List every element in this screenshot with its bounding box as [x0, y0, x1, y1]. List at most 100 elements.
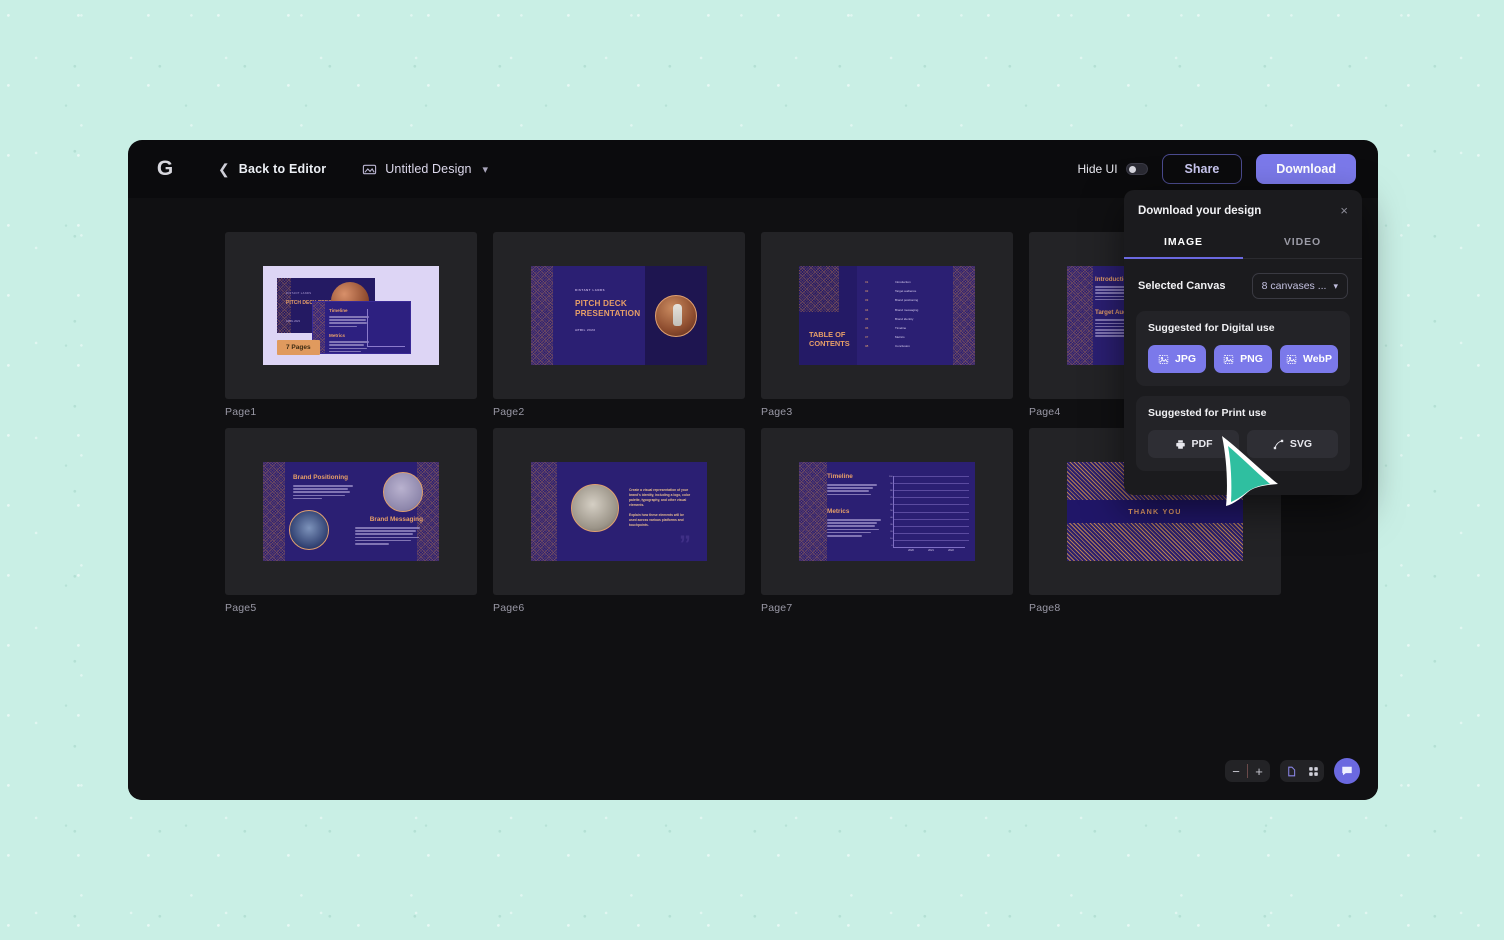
share-button[interactable]: Share: [1161, 154, 1243, 184]
download-panel-header: Download your design ×: [1124, 190, 1362, 227]
hide-ui-switch[interactable]: [1125, 163, 1148, 175]
slide-6-paragraph-2: Explain how these elements will be used …: [629, 512, 684, 527]
single-page-view-icon[interactable]: [1280, 760, 1302, 782]
document-title-group[interactable]: Untitled Design ▾: [362, 162, 488, 177]
slide-2-text: DISTANT LANDS PITCH DECK PRESENTATION AP…: [553, 266, 641, 365]
zigzag-pattern: [531, 462, 557, 561]
page-label-7: Page7: [761, 602, 793, 614]
image-icon: [1223, 354, 1234, 365]
close-icon[interactable]: ×: [1340, 204, 1348, 217]
y-tick: 10: [890, 538, 893, 541]
zigzag-pattern: [263, 462, 285, 561]
tab-video[interactable]: VIDEO: [1243, 227, 1362, 258]
page-cell: Timeline Metrics 100 90 80 70 60 50 40 3…: [761, 428, 1013, 614]
app-logo[interactable]: G: [152, 156, 178, 182]
page-thumbnail-7[interactable]: Timeline Metrics 100 90 80 70 60 50 40 3…: [761, 428, 1013, 595]
slide-2-kicker: DISTANT LANDS: [575, 288, 606, 292]
slide-6-text: Create a visual representation of your b…: [629, 488, 691, 528]
slide-8-title: THANK YOU: [1128, 507, 1182, 516]
zigzag-pattern: [531, 266, 553, 365]
slide-2-date: APRIL 2023: [575, 328, 596, 333]
slide-6-paragraph-1: Create a visual representation of your b…: [629, 488, 691, 507]
zigzag-pattern: [799, 462, 827, 561]
slide-7-heading-1: Timeline: [827, 473, 853, 480]
slide-5-heading-1: Brand Positioning: [293, 474, 349, 481]
slide-3: TABLE OF CONTENTS 01 Introduction 02 Targe…: [799, 266, 975, 365]
selected-canvas-label: Selected Canvas: [1138, 280, 1226, 292]
page-thumbnail-5[interactable]: Brand Positioning Brand Messaging: [225, 428, 477, 595]
download-tabs: IMAGE VIDEO: [1124, 227, 1362, 259]
x-tick: 2022: [948, 549, 954, 552]
format-pdf-button[interactable]: PDF: [1148, 430, 1239, 458]
image-icon: [1286, 354, 1297, 365]
toc-row: 02 Target audience: [865, 289, 957, 293]
chat-help-button[interactable]: [1334, 758, 1360, 784]
slide-1-subtitle: APRIL 2023: [286, 320, 300, 323]
download-button[interactable]: Download: [1256, 154, 1356, 184]
slide-1-kicker: DISTANT LANDS: [286, 292, 312, 295]
format-png-button[interactable]: PNG: [1214, 345, 1272, 373]
y-tick: 50: [890, 510, 893, 513]
zoom-out-button[interactable]: −: [1225, 760, 1247, 782]
back-to-editor-button[interactable]: ❮ Back to Editor: [218, 162, 326, 176]
brand-identity-photo: [571, 484, 619, 532]
toc-row: 03 Brand positioning: [865, 298, 957, 302]
brand-positioning-photo: [383, 472, 423, 512]
chevron-down-icon: ▾: [1333, 280, 1338, 291]
toc-row: 08 Conclusion: [865, 344, 957, 348]
zigzag-pattern: [417, 462, 439, 561]
view-mode-controls: [1280, 760, 1324, 782]
toc-number: 02: [865, 289, 869, 294]
design-icon: [362, 162, 377, 177]
toc-number: 08: [865, 344, 869, 349]
quote-mark-icon: ”: [679, 531, 691, 558]
metrics-bar-chart: 100 90 80 70 60 50 40 30 20 10 0 2020 20…: [889, 476, 969, 552]
slide-5: Brand Positioning Brand Messaging: [263, 462, 439, 561]
zoom-controls: − +: [1225, 760, 1270, 782]
page-cell: Create a visual representation of your b…: [493, 428, 745, 614]
slide-8-band: THANK YOU: [1067, 500, 1243, 523]
chart-bars: [901, 476, 961, 547]
digital-formats-section: Suggested for Digital use JPG PNG WebP: [1136, 311, 1350, 386]
slide-1-page-count-badge: 7 Pages: [277, 340, 320, 355]
slide-2-title: PITCH DECK PRESENTATION: [575, 299, 641, 318]
page-thumbnail-6[interactable]: Create a visual representation of your b…: [493, 428, 745, 595]
chart-x-axis-labels: 2020 2021 2022: [901, 547, 961, 552]
page-label-2: Page2: [493, 406, 525, 418]
grid-view-icon[interactable]: [1302, 760, 1324, 782]
toc-row: 07 Metrics: [865, 335, 957, 339]
toc-text: Introduction: [895, 280, 911, 284]
page-thumbnail-1[interactable]: DISTANT LANDS PITCH DECK PRESENTATION AP…: [225, 232, 477, 399]
hide-ui-toggle[interactable]: Hide UI: [1078, 162, 1148, 176]
y-tick: 90: [890, 482, 893, 485]
toc-text: Metrics: [895, 335, 905, 340]
selected-canvas-dropdown[interactable]: 8 canvases ... ▾: [1251, 273, 1348, 299]
format-webp-button[interactable]: WebP: [1280, 345, 1338, 373]
page-thumbnail-3[interactable]: TABLE OF CONTENTS 01 Introduction 02 Targe…: [761, 232, 1013, 399]
zoom-in-button[interactable]: +: [1248, 760, 1270, 782]
format-jpg-button[interactable]: JPG: [1148, 345, 1206, 373]
vector-icon: [1273, 439, 1284, 450]
slide-1-mini-metrics: Timeline Metrics: [312, 301, 411, 354]
format-pdf-label: PDF: [1191, 438, 1213, 450]
hide-ui-label: Hide UI: [1077, 162, 1118, 176]
y-tick: 70: [890, 496, 893, 499]
y-tick: 20: [890, 531, 893, 534]
document-title: Untitled Design: [385, 162, 472, 176]
table-of-contents-list: 01 Introduction 02 Target audience 03 Brand…: [865, 280, 957, 354]
y-tick: 60: [890, 503, 893, 506]
slide-1-inner-head-2: Metrics: [329, 333, 346, 339]
astronaut-photo: [655, 294, 697, 337]
image-icon: [1158, 354, 1169, 365]
print-formats-section: Suggested for Print use PDF SVG: [1136, 396, 1350, 471]
tab-image[interactable]: IMAGE: [1124, 227, 1243, 259]
slide-6: Create a visual representation of your b…: [531, 462, 707, 561]
format-svg-button[interactable]: SVG: [1247, 430, 1338, 458]
toc-number: 06: [865, 325, 869, 330]
y-tick: 100: [889, 476, 893, 478]
slide-3-title-panel: TABLE OF CONTENTS: [799, 266, 857, 365]
chart-y-axis-labels: 100 90 80 70 60 50 40 30 20 10 0: [889, 476, 894, 547]
slide-2: DISTANT LANDS PITCH DECK PRESENTATION AP…: [531, 266, 707, 365]
chat-icon: [1342, 766, 1352, 776]
page-thumbnail-2[interactable]: DISTANT LANDS PITCH DECK PRESENTATION AP…: [493, 232, 745, 399]
